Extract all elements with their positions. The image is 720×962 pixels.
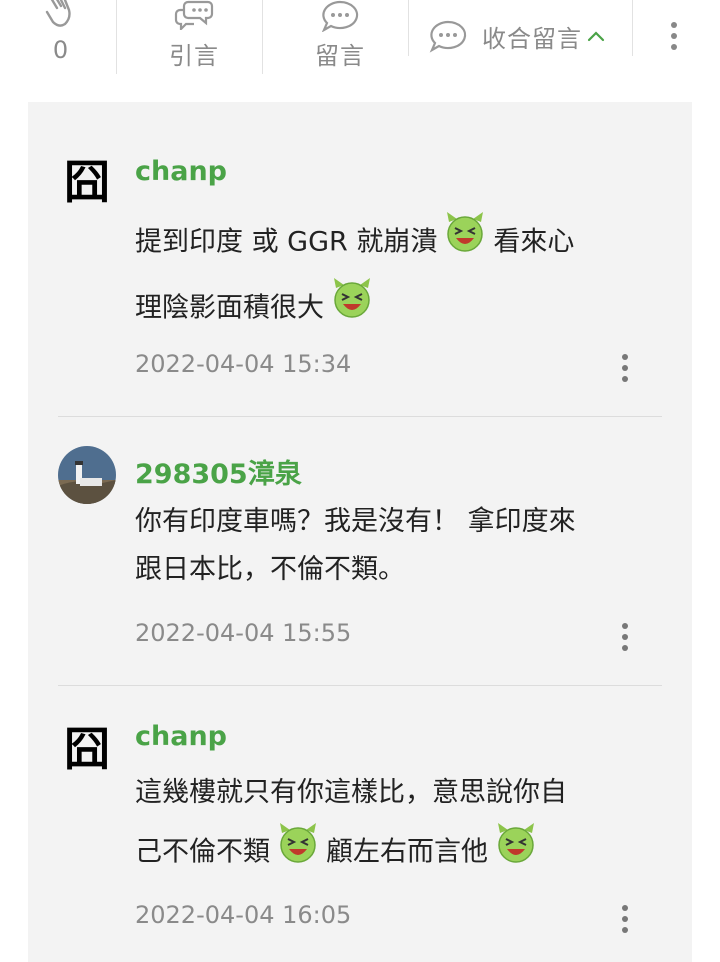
comment-text: 顧左右而言他 [326,836,488,868]
chevron-up-icon [587,31,605,42]
divider [116,0,117,74]
divider [262,0,263,74]
quote-button[interactable]: 引言 [152,0,236,71]
divider [58,685,662,686]
avatar-glyph: 囧 [64,155,110,208]
like-button[interactable]: 0 [36,0,86,64]
comment-body: 你有印度車嗎？我是沒有！ 拿印度來 跟日本比，不倫不類。 [135,498,645,594]
divider [58,416,662,417]
divider [408,0,409,56]
comment-body: 提到印度 或 GGR 就崩潰 看來心 理陰影面積很大 [135,210,645,342]
avatar[interactable] [58,446,116,504]
username[interactable]: 298305漳泉 [135,452,302,491]
timestamp: 2022-04-04 15:55 [135,619,352,647]
avatar-glyph: 囧 [64,722,110,775]
lighthouse-photo-icon [58,446,116,504]
collapse-comments-button[interactable]: 收合留言 [428,16,606,56]
comment-text: 提到印度 或 GGR 就崩潰 [135,226,438,258]
quote-label: 引言 [169,42,219,70]
laughing-devil-emoji-icon [330,276,374,342]
comment-text: 你有印度車嗎？我是沒有！ 拿印度來 [135,506,576,537]
comment-bubble-icon [429,20,467,53]
avatar[interactable]: 囧 [58,717,116,775]
comment-bubble-icon [321,0,359,32]
timestamp: 2022-04-04 16:05 [135,901,352,929]
comment-label: 留言 [315,42,365,70]
collapse-label: 收合留言 [482,24,582,53]
comment-more-icon[interactable] [618,623,632,653]
comment-body: 這幾樓就只有你這樣比，意思說你自 己不倫不類 顧左右而言他 [135,765,645,885]
like-count: 0 [52,36,70,64]
comment-text: 這幾樓就只有你這樣比，意思說你自 [135,777,567,808]
username[interactable]: chanp [135,156,227,187]
comments-panel: 囧 chanp 提到印度 或 GGR 就崩潰 看來心 理陰影面積很大 2022-… [28,102,692,962]
comment-text: 跟日本比，不倫不類。 [135,554,405,585]
comment-button[interactable]: 留言 [298,0,382,71]
comment-text: 看來心 [493,226,575,258]
comment-more-icon[interactable] [618,354,632,384]
divider [632,0,633,56]
comment-more-icon[interactable] [618,905,632,935]
laughing-devil-emoji-icon [443,210,487,276]
comment-action-bar: 0 引言 留言 收合留言 [0,0,720,80]
clap-hands-icon [45,0,71,27]
comment-text: 理陰影面積很大 [135,292,324,324]
timestamp: 2022-04-04 15:34 [135,350,352,378]
laughing-devil-emoji-icon [494,821,538,885]
more-options-icon[interactable] [664,18,684,54]
avatar[interactable]: 囧 [58,150,116,208]
laughing-devil-emoji-icon [276,821,320,885]
comment-text: 己不倫不類 [135,836,270,868]
username[interactable]: chanp [135,721,227,752]
quote-chat-bubbles-icon [174,0,214,30]
